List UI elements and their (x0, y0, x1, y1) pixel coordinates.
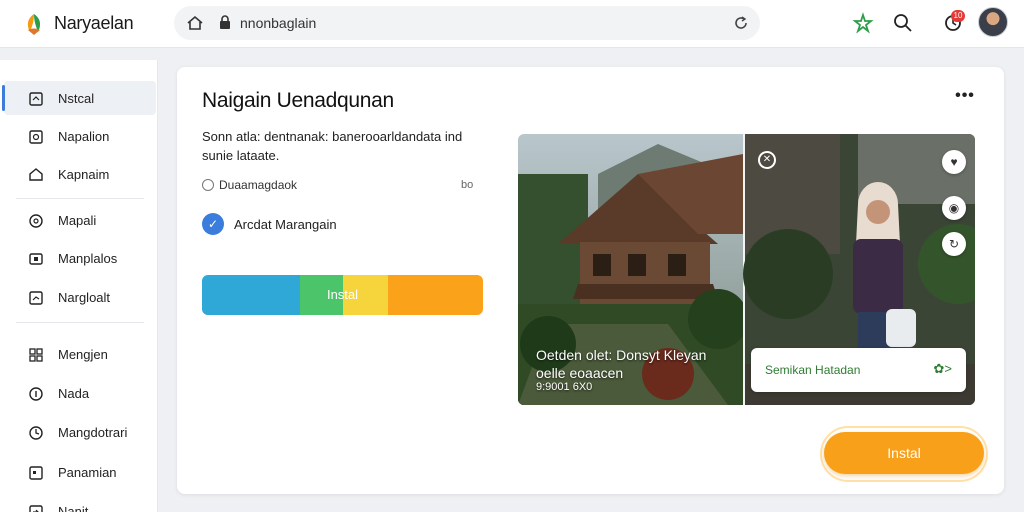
sidebar-item-nstcal[interactable]: Nstcal (2, 81, 156, 115)
photo-caption-line-2: oelle eoaacen (536, 365, 624, 381)
sidebar-item-nargloalt[interactable]: Nargloalt (4, 280, 156, 314)
url-input[interactable] (240, 13, 700, 33)
heart-icon[interactable]: ♥ (942, 150, 966, 174)
sidebar-item-label: Nstcal (58, 91, 95, 106)
description-line-1: Sonn atla: dentnanak: banerooarldandata … (202, 129, 463, 144)
refresh-icon[interactable]: ↻ (942, 232, 966, 256)
home-icon[interactable] (186, 14, 204, 32)
sidebar-item-label: Nargloalt (58, 290, 111, 305)
sidebar-item-mengjen[interactable]: Mengjen (4, 337, 156, 371)
sidebar-item-mangdotrari[interactable]: Mangdotrari (4, 415, 156, 449)
top-bar: Naryaelan 10 (0, 0, 1024, 48)
star-icon[interactable] (852, 12, 874, 34)
more-options-button[interactable]: ••• (953, 87, 977, 107)
sidebar-item-label: Mangdotrari (58, 425, 128, 440)
notification-badge: 10 (951, 10, 965, 22)
sidebar-item-mapali[interactable]: Mapali (4, 203, 156, 237)
install-progress-bar[interactable]: Instal (202, 275, 483, 315)
sidebar-item-panamian[interactable]: Panamian (4, 455, 156, 489)
address-bar[interactable] (174, 6, 760, 40)
app-logo-icon (27, 14, 41, 35)
divider (16, 322, 144, 323)
preview-photo[interactable]: Oetden olet: Donsyt Kleyan oelle eoaacen… (518, 134, 975, 405)
info-icon (29, 387, 43, 401)
square-icon (29, 466, 43, 480)
option-radio[interactable] (202, 179, 214, 191)
app-title: Naryaelan (54, 13, 134, 33)
save-label: Semikan Hatadan (765, 363, 861, 377)
progress-label: Instal (326, 287, 359, 302)
page-title: Naigain Uenadqunan (202, 89, 394, 112)
save-card[interactable]: Semikan Hatadan ✿> (751, 348, 966, 392)
sidebar-item-nanit[interactable]: Nanit (4, 494, 156, 512)
install-button[interactable]: Instal (824, 432, 984, 474)
sidebar-item-label: Nanit (58, 504, 89, 512)
home-icon (29, 168, 43, 181)
sidebar-item-label: Napalion (58, 129, 110, 144)
sidebar-item-label: Panamian (58, 465, 117, 480)
reload-icon[interactable] (732, 14, 750, 32)
search-icon[interactable] (892, 12, 914, 34)
clock-icon (29, 426, 43, 440)
sidebar-item-label: Nada (58, 386, 90, 401)
sidebar-item-label: Mapali (58, 213, 97, 228)
grid-icon (29, 348, 43, 362)
avatar[interactable] (978, 7, 1008, 37)
sidebar-item-label: Kapnaim (58, 167, 110, 182)
photo-caption-line-1: Oetden olet: Donsyt Kleyan (536, 347, 707, 363)
compass-icon (29, 214, 43, 228)
sidebar-item-manplalos[interactable]: Manplalos (4, 241, 156, 275)
image-icon (29, 130, 43, 144)
arrow-icon (29, 505, 43, 512)
photo-caption-line-3: 9:9001 6X0 (536, 381, 593, 393)
sidebar: Nstcal Napalion Kapnaim Mapali Manplalos… (0, 60, 158, 512)
option-label: Duaamagdaok (219, 178, 298, 192)
divider (16, 198, 144, 199)
sidebar-item-label: Mengjen (58, 347, 108, 362)
option-meta: bo (461, 179, 474, 191)
check-label: Arcdat Marangain (234, 217, 337, 232)
sidebar-item-napalion[interactable]: Napalion (4, 119, 156, 153)
pin-icon[interactable]: ◉ (942, 196, 966, 220)
chart-icon (29, 291, 43, 305)
check-icon[interactable]: ✓ (202, 213, 224, 235)
save-arrow-icon: ✿> (933, 361, 952, 376)
tablet-icon (29, 253, 43, 265)
sidebar-item-label: Manplalos (58, 251, 118, 266)
square-icon (29, 92, 43, 106)
lock-icon (220, 15, 230, 29)
description-line-2: sunie lataate. (202, 148, 280, 163)
sidebar-item-kapnaim[interactable]: Kapnaim (4, 157, 156, 191)
close-icon[interactable]: ✕ (758, 151, 776, 169)
sidebar-item-nada[interactable]: Nada (4, 376, 156, 410)
